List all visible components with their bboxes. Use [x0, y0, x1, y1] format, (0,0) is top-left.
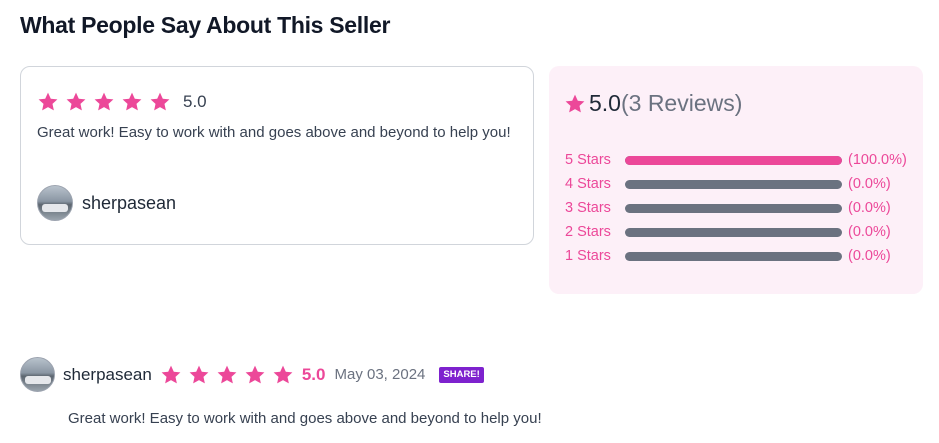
rating-bar-fill — [625, 155, 842, 165]
feed-date: May 03, 2024 — [334, 366, 426, 383]
review-stars: 5.0 — [37, 91, 207, 113]
rating-summary: 5.0 (3 Reviews) 5 Stars (100.0%) 4 Stars… — [549, 66, 923, 294]
average-rating: 5.0 — [589, 90, 621, 116]
star-icon — [37, 91, 59, 113]
rating-bar-label[interactable]: 1 Stars — [565, 248, 625, 264]
avatar[interactable] — [37, 185, 73, 221]
feed-rating: 5.0 — [301, 364, 326, 384]
avatar[interactable] — [20, 357, 55, 392]
feed-review-text: Great work! Easy to work with and goes a… — [68, 410, 542, 427]
rating-bar-label[interactable]: 3 Stars — [565, 200, 625, 216]
rating-bar-row[interactable]: 4 Stars (0.0%) — [565, 174, 891, 194]
review-text: Great work! Easy to work with and goes a… — [37, 124, 511, 141]
star-icon — [244, 364, 266, 386]
review-count: (3 Reviews) — [620, 90, 743, 116]
rating-bar-percent: (0.0%) — [848, 248, 891, 264]
star-icon — [93, 91, 115, 113]
rating-bar-row[interactable]: 3 Stars (0.0%) — [565, 198, 891, 218]
rating-bar-percent: (0.0%) — [848, 200, 891, 216]
star-icon — [564, 93, 586, 115]
rating-bar-track — [625, 155, 842, 165]
review-author[interactable]: sherpasean — [37, 185, 176, 221]
page-title: What People Say About This Seller — [20, 12, 391, 38]
review-rating: 5.0 — [183, 92, 207, 111]
rating-bar-percent: (0.0%) — [848, 224, 891, 240]
rating-bar-row[interactable]: 2 Stars (0.0%) — [565, 222, 891, 242]
star-icon — [121, 91, 143, 113]
review-author-name[interactable]: sherpasean — [82, 193, 176, 214]
rating-bar-percent: (100.0%) — [848, 152, 907, 168]
star-icon — [272, 364, 294, 386]
star-icon — [216, 364, 238, 386]
rating-bar-track — [625, 227, 842, 237]
rating-bar-track — [625, 179, 842, 189]
feed-author-name[interactable]: sherpasean — [63, 365, 152, 385]
rating-bar-track — [625, 251, 842, 261]
star-icon — [149, 91, 171, 113]
rating-bar-row[interactable]: 1 Stars (0.0%) — [565, 246, 891, 266]
rating-bar-label[interactable]: 2 Stars — [565, 224, 625, 240]
rating-bar-label[interactable]: 4 Stars — [565, 176, 625, 192]
rating-summary-header: 5.0 (3 Reviews) — [564, 90, 742, 117]
rating-bar-label[interactable]: 5 Stars — [565, 152, 625, 168]
review-feed-item: sherpasean 5.0 May 03, 2024 SHARE! — [20, 357, 484, 392]
rating-bar-track — [625, 203, 842, 213]
star-icon — [160, 364, 182, 386]
star-icon — [188, 364, 210, 386]
review-card: 5.0 Great work! Easy to work with and go… — [20, 66, 534, 245]
star-icon — [65, 91, 87, 113]
rating-bar-row[interactable]: 5 Stars (100.0%) — [565, 150, 907, 170]
rating-bar-percent: (0.0%) — [848, 176, 891, 192]
share-badge[interactable]: SHARE! — [439, 366, 484, 383]
